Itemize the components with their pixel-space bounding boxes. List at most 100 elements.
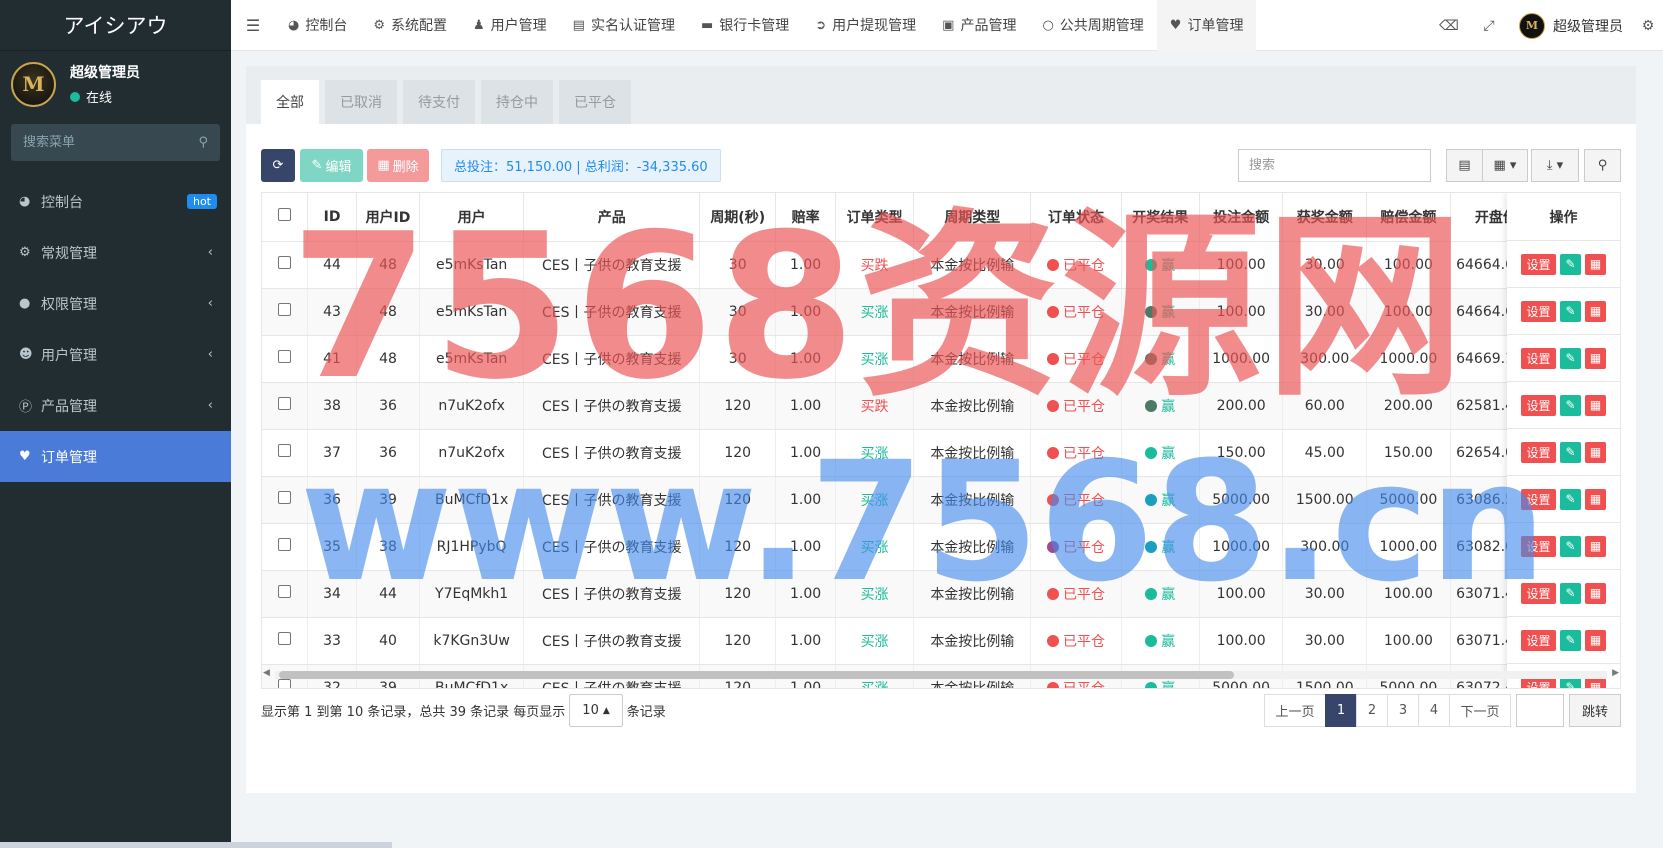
table-row[interactable]: 37 36 n7uK2ofx CES丨子供の教育支援 120 1.00 买涨 本金按比例输 已平… [262, 429, 1620, 477]
search-button[interactable]: ⚲ [1584, 149, 1621, 182]
col-rate[interactable]: 赔率 [775, 193, 836, 242]
row-settings-button[interactable]: 设置 [1521, 300, 1556, 322]
page-2[interactable]: 2 [1355, 694, 1388, 727]
table-row[interactable]: 44 48 e5mKsTan CES丨子供の教育支援 30 1.00 买跌 本金按比例输 已平仓… [262, 241, 1620, 289]
sidebar-item-permissions[interactable]: ● 权限管理 ‹ [0, 278, 231, 329]
row-checkbox[interactable] [278, 538, 292, 551]
row-delete-button[interactable]: ▦ [1585, 394, 1606, 416]
row-delete-button[interactable]: ▦ [1585, 300, 1606, 322]
row-checkbox[interactable] [278, 444, 292, 457]
edit-button[interactable]: ✎ 编辑 [300, 149, 363, 182]
search-icon[interactable]: ⚲ [198, 135, 208, 150]
toggle-view-button[interactable]: ▤ [1446, 149, 1483, 182]
tab-dashboard[interactable]: ◕ 控制台 [275, 0, 360, 51]
row-checkbox[interactable] [278, 256, 292, 269]
tab-pending-payment[interactable]: 待支付 [403, 80, 475, 124]
tab-system-config[interactable]: ⚙ 系统配置 [360, 0, 460, 51]
tab-withdrawal[interactable]: ➲ 用户提现管理 [802, 0, 929, 51]
row-checkbox[interactable] [278, 491, 292, 504]
tab-all[interactable]: 全部 [261, 80, 319, 124]
menu-toggle-icon[interactable]: ☰ [231, 16, 275, 35]
row-settings-button[interactable]: 设置 [1521, 629, 1556, 651]
translate-icon[interactable]: ⌫ [1429, 18, 1469, 34]
tab-holding[interactable]: 持仓中 [481, 80, 553, 124]
row-edit-button[interactable]: ✎ [1560, 441, 1581, 463]
row-edit-button[interactable]: ✎ [1560, 535, 1581, 557]
row-settings-button[interactable]: 设置 [1521, 488, 1556, 510]
row-checkbox[interactable] [278, 632, 292, 645]
row-settings-button[interactable]: 设置 [1521, 394, 1556, 416]
sidebar-item-dashboard[interactable]: ◕ 控制台 hot [0, 176, 231, 227]
col-order-type[interactable]: 订单类型 [835, 193, 915, 242]
tab-products[interactable]: ▣ 产品管理 [929, 0, 1029, 51]
tab-realname-auth[interactable]: ▤ 实名认证管理 [560, 0, 688, 51]
delete-button[interactable]: ▦ 删除 [367, 149, 429, 182]
sidebar-item-general[interactable]: ⚙ 常规管理 ‹ [0, 227, 231, 278]
app-title[interactable]: アイシアウ [0, 0, 231, 51]
refresh-button[interactable]: ⟳ [261, 149, 295, 182]
row-edit-button[interactable]: ✎ [1560, 347, 1581, 369]
row-delete-button[interactable]: ▦ [1585, 629, 1606, 651]
col-order-status[interactable]: 订单状态 [1030, 193, 1122, 242]
table-row[interactable]: 38 36 n7uK2ofx CES丨子供の教育支援 120 1.00 买跌 本金按比例输 已平… [262, 382, 1620, 430]
row-delete-button[interactable]: ▦ [1585, 253, 1606, 275]
select-all-checkbox[interactable] [278, 208, 292, 222]
tab-closed[interactable]: 已平仓 [559, 80, 631, 124]
col-user-id[interactable]: 用户ID [356, 193, 420, 242]
sidebar-item-users[interactable]: ☻ 用户管理 ‹ [0, 329, 231, 380]
col-period[interactable]: 周期(秒) [699, 193, 777, 242]
row-delete-button[interactable]: ▦ [1585, 535, 1606, 557]
tab-orders[interactable]: ♥ 订单管理 [1156, 0, 1257, 51]
row-checkbox[interactable] [278, 350, 292, 363]
tab-cancelled[interactable]: 已取消 [325, 80, 397, 124]
tab-user-management[interactable]: ♟ 用户管理 [460, 0, 560, 51]
col-draw-result[interactable]: 开奖结果 [1121, 193, 1200, 242]
sidebar-search-input[interactable] [23, 135, 183, 150]
row-delete-button[interactable]: ▦ [1585, 347, 1606, 369]
page-1[interactable]: 1 [1324, 694, 1357, 727]
horizontal-scrollbar[interactable]: ◀ ▶ [261, 668, 1621, 682]
col-id[interactable]: ID [307, 193, 357, 242]
row-delete-button[interactable]: ▦ [1585, 488, 1606, 510]
page-size-select[interactable]: 10 ▲ [569, 694, 623, 727]
row-edit-button[interactable]: ✎ [1560, 629, 1581, 651]
row-delete-button[interactable]: ▦ [1585, 582, 1606, 604]
jump-button[interactable]: 跳转 [1568, 694, 1621, 727]
row-settings-button[interactable]: 设置 [1521, 535, 1556, 557]
scroll-thumb[interactable] [279, 671, 1234, 679]
row-delete-button[interactable]: ▦ [1585, 441, 1606, 463]
page-4[interactable]: 4 [1417, 694, 1450, 727]
jump-page-input[interactable] [1515, 694, 1564, 727]
row-settings-button[interactable]: 设置 [1521, 441, 1556, 463]
page-3[interactable]: 3 [1386, 694, 1419, 727]
next-page-button[interactable]: 下一页 [1448, 694, 1511, 727]
col-period-type[interactable]: 周期类型 [913, 193, 1032, 242]
tab-bank-card[interactable]: ▬ 银行卡管理 [688, 0, 802, 51]
sidebar-item-products[interactable]: Ⓟ 产品管理 ‹ [0, 380, 231, 431]
row-edit-button[interactable]: ✎ [1560, 488, 1581, 510]
scroll-left-icon[interactable]: ◀ [263, 668, 270, 678]
col-bet-amount[interactable]: 投注金额 [1199, 193, 1284, 242]
row-edit-button[interactable]: ✎ [1560, 253, 1581, 275]
col-user[interactable]: 用户 [419, 193, 525, 242]
row-settings-button[interactable]: 设置 [1521, 253, 1556, 275]
col-compensation[interactable]: 赔偿金额 [1366, 193, 1451, 242]
col-product[interactable]: 产品 [523, 193, 701, 242]
row-edit-button[interactable]: ✎ [1560, 394, 1581, 416]
col-win-amount[interactable]: 获奖金额 [1282, 193, 1368, 242]
sidebar-item-orders[interactable]: ♥ 订单管理 [0, 431, 231, 482]
row-checkbox[interactable] [278, 585, 292, 598]
row-settings-button[interactable]: 设置 [1521, 347, 1556, 369]
fullscreen-icon[interactable]: ⤢ [1469, 18, 1509, 34]
columns-button[interactable]: ▦ ▾ [1482, 149, 1528, 182]
table-row[interactable]: 35 38 RJ1HPybQ CES丨子供の教育支援 120 1.00 买涨 本金按比例输 已平… [262, 523, 1620, 571]
scroll-right-icon[interactable]: ▶ [1612, 668, 1619, 678]
row-checkbox[interactable] [278, 397, 292, 410]
row-checkbox[interactable] [278, 303, 292, 316]
nav-user-menu[interactable]: M 超级管理员 [1509, 12, 1633, 39]
row-edit-button[interactable]: ✎ [1560, 582, 1581, 604]
tab-public-period[interactable]: ○ 公共周期管理 [1029, 0, 1156, 51]
export-button[interactable]: ⤓ ▾ [1531, 149, 1579, 182]
table-search-input[interactable] [1238, 149, 1431, 182]
table-row[interactable]: 33 40 k7KGn3Uw CES丨子供の教育支援 120 1.00 买涨 本金按比例输 已平… [262, 617, 1620, 665]
